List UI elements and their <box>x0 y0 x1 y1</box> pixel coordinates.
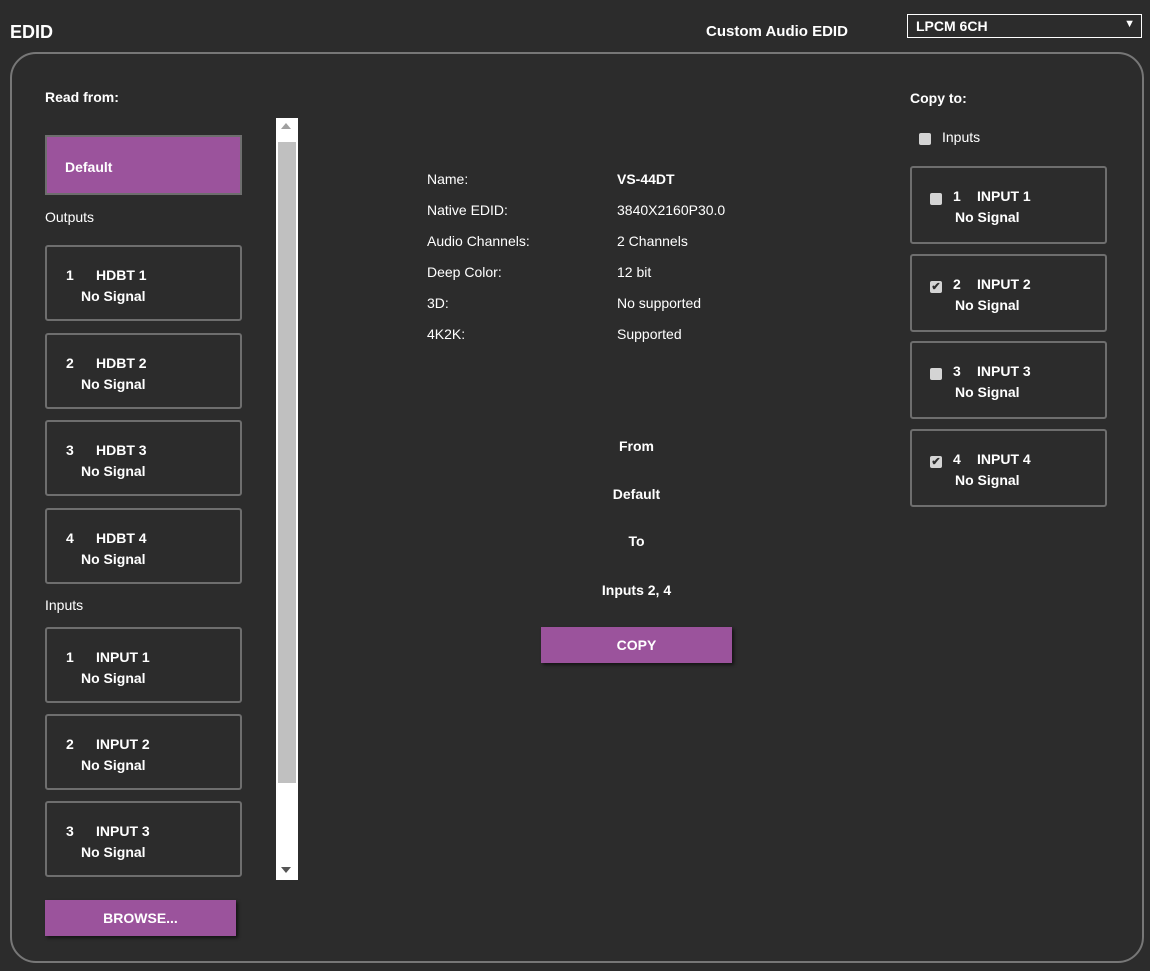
dropdown-arrow-icon: ▼ <box>1124 18 1135 30</box>
summary-to-value: Inputs 2, 4 <box>601 582 672 598</box>
card-signal: No Signal <box>81 757 146 773</box>
info-label-4k2k: 4K2K: <box>427 326 466 342</box>
inputs-group-label: Inputs <box>45 597 84 613</box>
copy-button[interactable]: COPY <box>541 627 732 663</box>
card-signal: No Signal <box>955 472 1020 488</box>
target-checkbox-checked[interactable]: ✔ <box>930 456 942 468</box>
card-number: 2 <box>66 355 74 371</box>
copy-to-label: Copy to: <box>910 90 967 106</box>
card-number: 4 <box>66 530 74 546</box>
target-checkbox[interactable] <box>930 368 942 380</box>
browse-button[interactable]: BROWSE... <box>45 900 236 936</box>
info-value-name: VS-44DT <box>617 171 675 187</box>
card-name: INPUT 1 <box>977 188 1031 204</box>
default-source-button[interactable]: Default <box>45 135 242 195</box>
card-name: INPUT 1 <box>96 649 150 665</box>
card-name: HDBT 4 <box>96 530 147 546</box>
info-label-audio-channels: Audio Channels: <box>427 233 530 249</box>
info-value-deep-color: 12 bit <box>617 264 652 280</box>
card-name: HDBT 2 <box>96 355 147 371</box>
card-number: 1 <box>66 267 74 283</box>
info-label-3d: 3D: <box>427 295 449 311</box>
target-card-input-2[interactable]: ✔ 2 INPUT 2 No Signal <box>910 254 1107 332</box>
card-signal: No Signal <box>81 551 146 567</box>
card-signal: No Signal <box>955 297 1020 313</box>
card-number: 3 <box>953 363 961 379</box>
target-card-input-1[interactable]: 1 INPUT 1 No Signal <box>910 166 1107 244</box>
card-signal: No Signal <box>955 384 1020 400</box>
source-card-output-3[interactable]: 3 HDBT 3 No Signal <box>45 420 242 496</box>
custom-audio-edid-select[interactable]: LPCM 6CH ▼ <box>907 14 1142 38</box>
custom-audio-edid-value: LPCM 6CH <box>916 18 988 34</box>
source-card-output-2[interactable]: 2 HDBT 2 No Signal <box>45 333 242 409</box>
info-value-native-edid: 3840X2160P30.0 <box>617 202 726 218</box>
select-all-inputs-label: Inputs <box>942 129 981 145</box>
info-label-deep-color: Deep Color: <box>427 264 502 280</box>
target-checkbox-checked[interactable]: ✔ <box>930 281 942 293</box>
target-card-input-3[interactable]: 3 INPUT 3 No Signal <box>910 341 1107 419</box>
scroll-down-arrow-icon[interactable] <box>281 867 291 873</box>
card-signal: No Signal <box>81 844 146 860</box>
info-label-native-edid: Native EDID: <box>427 202 508 218</box>
target-card-input-4[interactable]: ✔ 4 INPUT 4 No Signal <box>910 429 1107 507</box>
card-name: INPUT 2 <box>977 276 1031 292</box>
read-from-label: Read from: <box>45 89 119 105</box>
source-card-output-4[interactable]: 4 HDBT 4 No Signal <box>45 508 242 584</box>
source-card-output-1[interactable]: 1 HDBT 1 No Signal <box>45 245 242 321</box>
card-number: 2 <box>66 736 74 752</box>
card-number: 2 <box>953 276 961 292</box>
page-title: EDID <box>10 22 54 42</box>
card-name: INPUT 3 <box>96 823 150 839</box>
info-value-3d: No supported <box>617 295 702 311</box>
card-name: INPUT 3 <box>977 363 1031 379</box>
source-card-input-1[interactable]: 1 INPUT 1 No Signal <box>45 627 242 703</box>
card-signal: No Signal <box>81 376 146 392</box>
card-number: 1 <box>66 649 74 665</box>
card-number: 1 <box>953 188 961 204</box>
card-number: 3 <box>66 823 74 839</box>
outputs-group-label: Outputs <box>45 209 95 225</box>
card-name: INPUT 4 <box>977 451 1031 467</box>
info-value-4k2k: Supported <box>617 326 682 342</box>
info-label-name: Name: <box>427 171 469 187</box>
scroll-up-arrow-icon[interactable] <box>281 123 291 129</box>
summary-from-value: Default <box>612 486 661 502</box>
card-signal: No Signal <box>955 209 1020 225</box>
card-name: HDBT 1 <box>96 267 147 283</box>
source-card-input-3[interactable]: 3 INPUT 3 No Signal <box>45 801 242 877</box>
summary-to-label: To <box>628 533 645 549</box>
card-name: HDBT 3 <box>96 442 147 458</box>
card-number: 3 <box>66 442 74 458</box>
custom-audio-edid-label: Custom Audio EDID <box>706 23 848 40</box>
info-value-audio-channels: 2 Channels <box>617 233 688 249</box>
card-signal: No Signal <box>81 670 146 686</box>
select-all-inputs-checkbox[interactable] <box>919 133 931 145</box>
target-checkbox[interactable] <box>930 193 942 205</box>
card-signal: No Signal <box>81 288 146 304</box>
summary-from-label: From <box>619 438 654 454</box>
scrollbar-thumb[interactable] <box>278 142 296 783</box>
card-signal: No Signal <box>81 463 146 479</box>
card-number: 4 <box>953 451 961 467</box>
source-card-input-2[interactable]: 2 INPUT 2 No Signal <box>45 714 242 790</box>
card-name: INPUT 2 <box>96 736 150 752</box>
